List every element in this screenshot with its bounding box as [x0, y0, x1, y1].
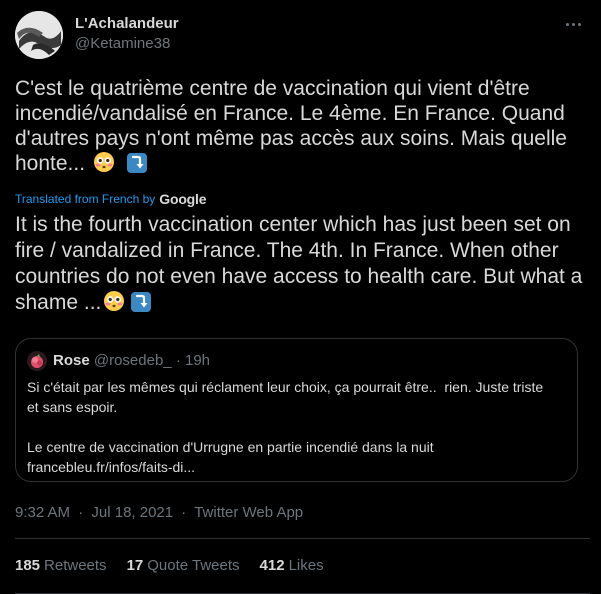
quote-time: 19h: [184, 352, 211, 369]
flushed-face-icon: [93, 151, 115, 173]
more-options-icon[interactable]: [563, 14, 583, 34]
quote-text-line1: Si c'était par les mêmes qui réclament l…: [27, 379, 548, 415]
quote-tweets-label: Quote Tweets: [147, 557, 240, 574]
quote-header: Rose @rosedeb_ · 19h: [53, 352, 210, 369]
quoted-tweet[interactable]: Rose @rosedeb_ · 19h Si c'était par les …: [15, 338, 578, 482]
meta-separator: ·: [78, 504, 84, 521]
translation-attribution[interactable]: Translated from French by Google: [15, 191, 207, 207]
arrow-heading-down-icon: [131, 292, 152, 312]
tweet-date[interactable]: Jul 18, 2021: [91, 504, 173, 521]
author-display-name[interactable]: L'Achalandeur: [75, 15, 179, 32]
author-handle[interactable]: @Ketamine38: [75, 35, 170, 52]
divider: [15, 538, 590, 539]
translation-label: Translated from French by: [15, 192, 156, 206]
quote-author-name: Rose: [53, 352, 90, 369]
likes-count: 412: [259, 557, 285, 574]
tweet-translated-text: It is the fourth vaccination center whic…: [15, 212, 590, 316]
tweet-source[interactable]: Twitter Web App: [194, 504, 303, 521]
tweet-original-text: C'est le quatrième centre de vaccination…: [15, 76, 590, 176]
quote-link: francebleu.fr/infos/faits-di...: [27, 459, 196, 475]
quote-avatar[interactable]: [27, 351, 47, 371]
likes-stat[interactable]: 412 Likes: [260, 557, 324, 574]
quote-body: Si c'était par les mêmes qui réclament l…: [27, 377, 557, 477]
quote-tweets-count: 17: [126, 557, 144, 574]
author-avatar[interactable]: [15, 11, 63, 59]
retweets-count: 185: [15, 557, 41, 574]
quote-text-line2: Le centre de vaccination d'Urrugne en pa…: [27, 439, 434, 455]
quote-separator: ·: [175, 352, 181, 369]
tweet-translated-body: It is the fourth vaccination center whic…: [15, 213, 589, 314]
likes-label: Likes: [288, 557, 324, 574]
tweet-detail: L'Achalandeur @Ketamine38 C'est le quatr…: [0, 0, 601, 594]
retweets-stat[interactable]: 185 Retweets: [15, 557, 107, 574]
arrow-heading-down-icon: [126, 153, 147, 173]
quote-author-handle: @rosedeb_: [93, 352, 172, 369]
tweet-time[interactable]: 9:32 AM: [15, 504, 70, 521]
retweets-label: Retweets: [44, 557, 107, 574]
google-logo: Google: [159, 191, 207, 207]
tweet-metadata: 9:32 AM · Jul 18, 2021 · Twitter Web App: [15, 504, 303, 521]
quote-tweets-stat[interactable]: 17 Quote Tweets: [127, 557, 240, 574]
meta-separator: ·: [181, 504, 187, 521]
flushed-face-icon: [103, 290, 125, 312]
tweet-stats: 185 Retweets 17 Quote Tweets 412 Likes: [15, 557, 344, 574]
